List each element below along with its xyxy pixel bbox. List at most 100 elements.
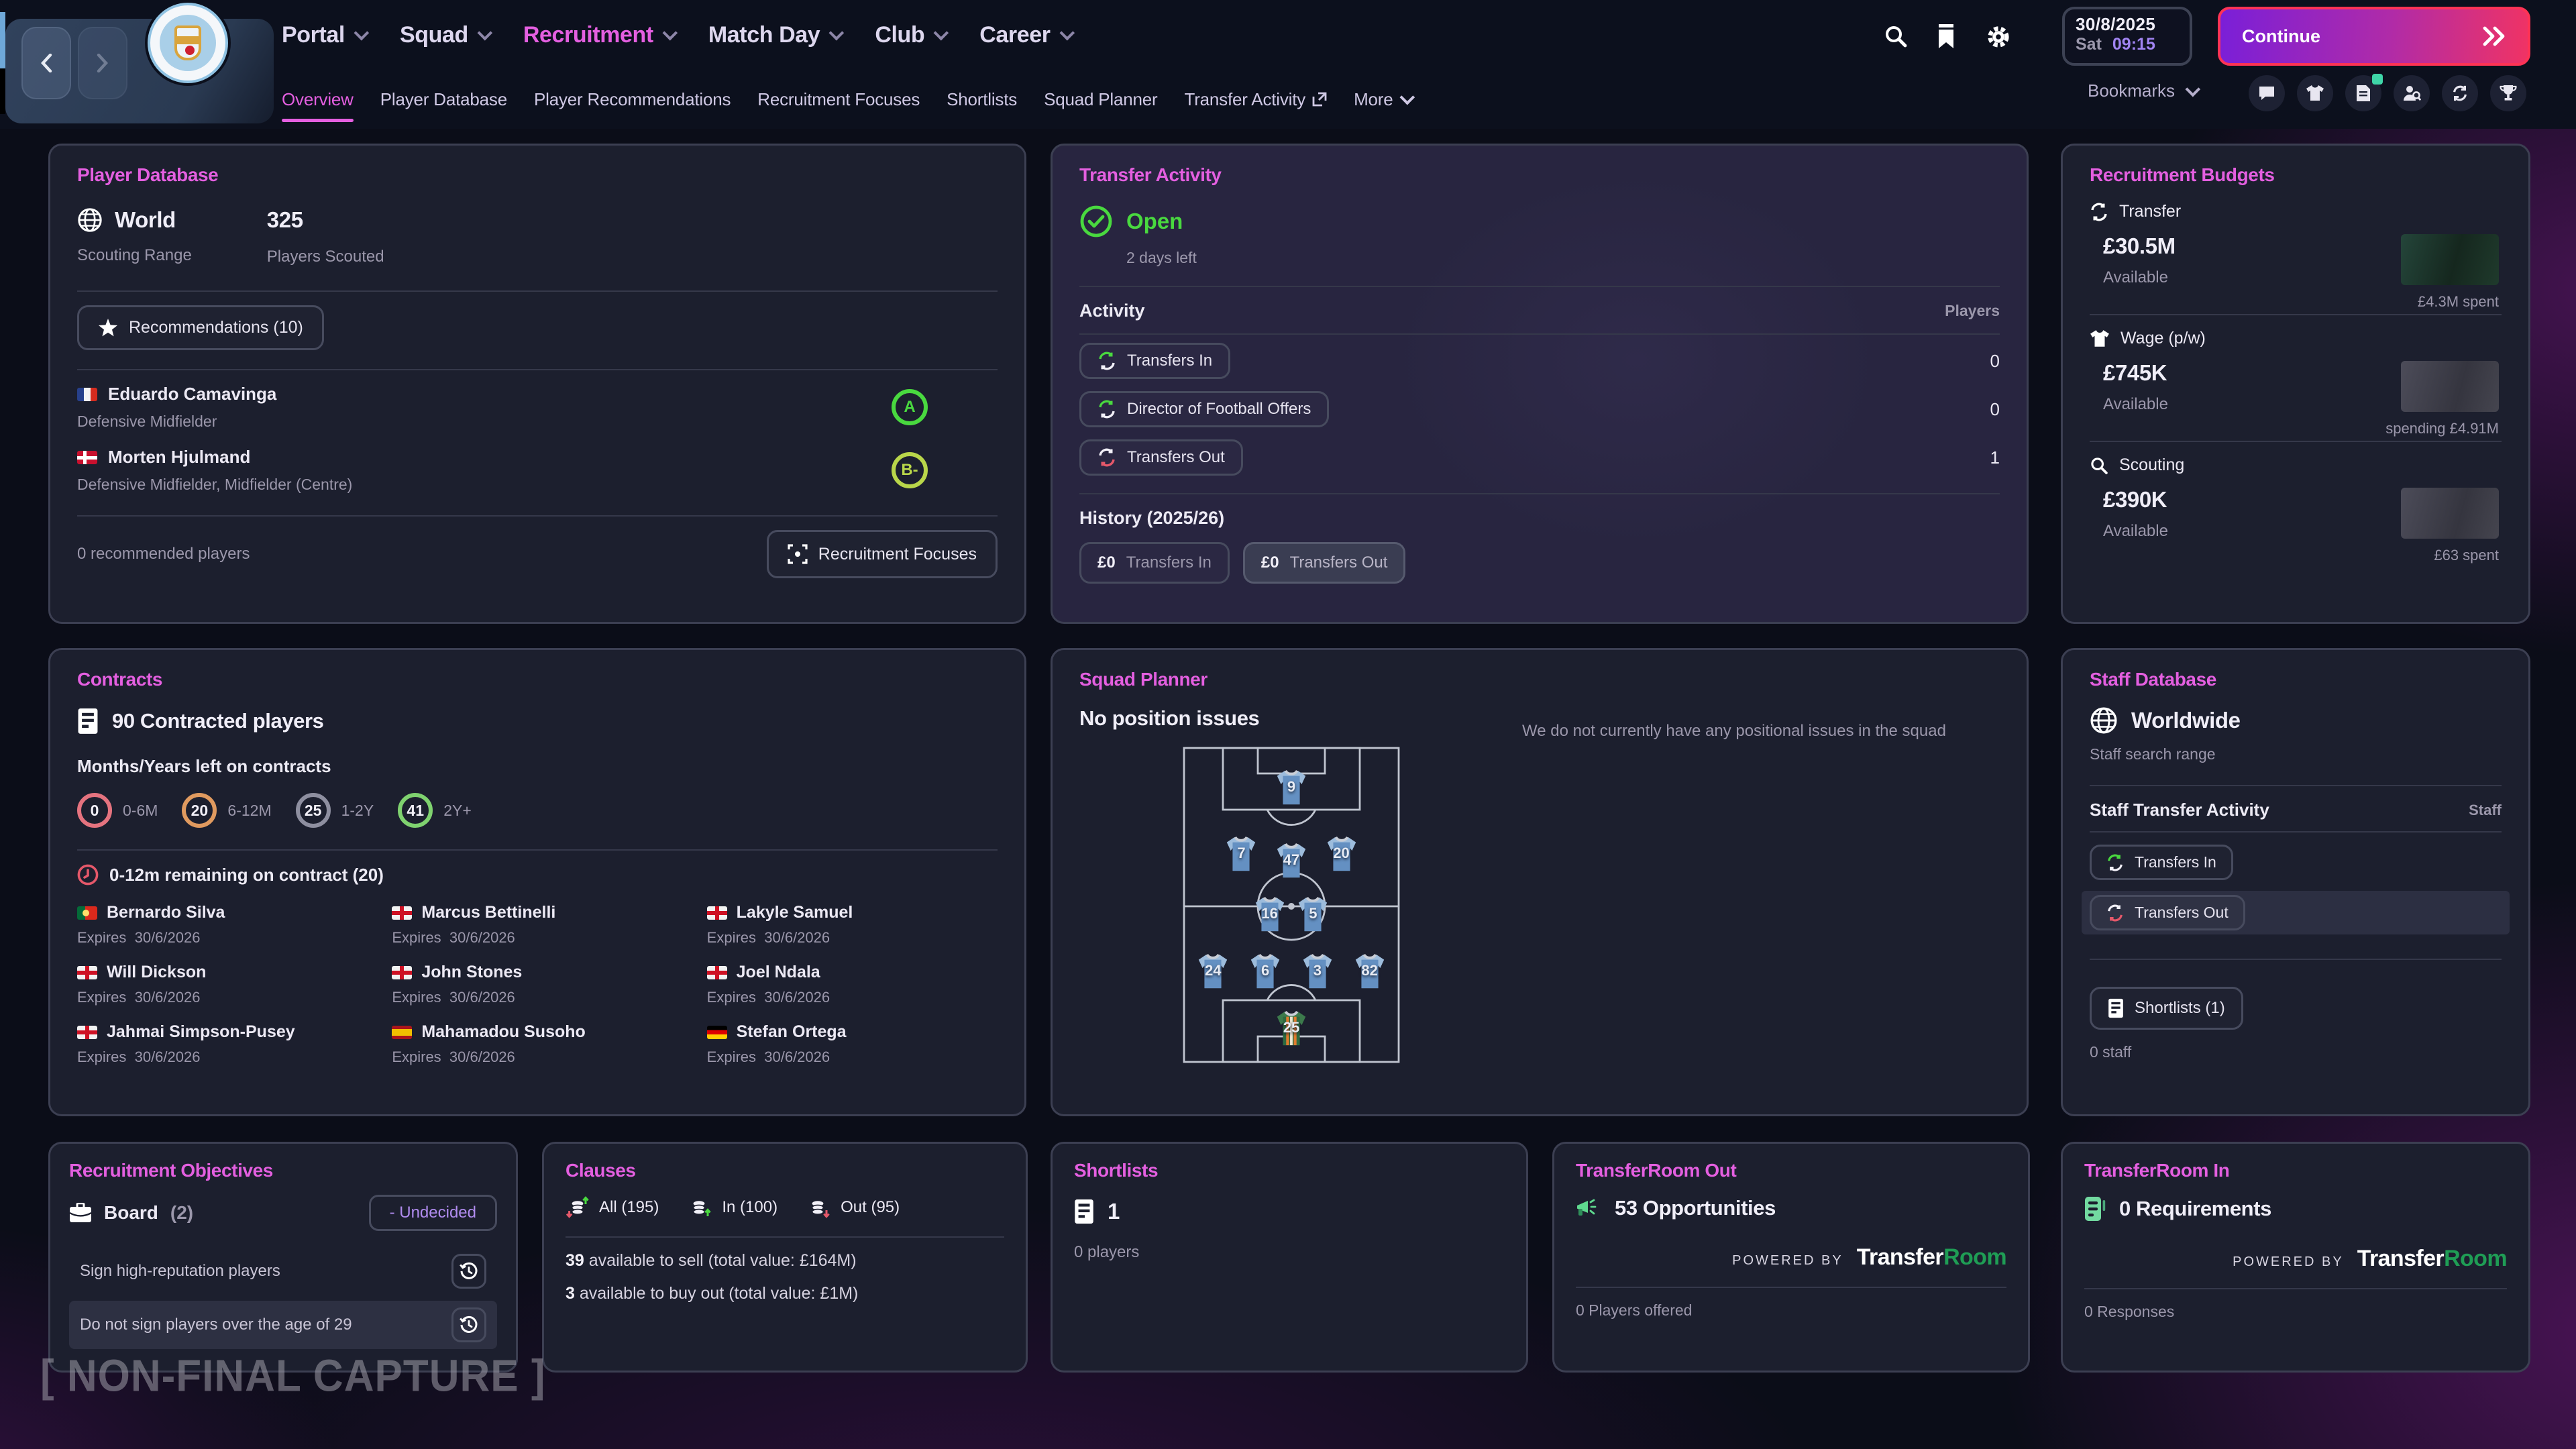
contract-ring-2y-plus: 41 xyxy=(398,793,433,828)
coins-all-icon xyxy=(566,1196,590,1219)
clauses-filter-all[interactable]: All (195) xyxy=(566,1196,659,1219)
back-button[interactable] xyxy=(21,27,71,99)
formation-jersey[interactable]: 20 xyxy=(1324,834,1360,874)
expiring-player[interactable]: Will Dickson Expires 30/6/2026 xyxy=(77,963,368,1006)
expiring-header: 0-12m remaining on contract (20) xyxy=(109,865,384,885)
board-status-badge[interactable]: - Undecided xyxy=(369,1195,497,1231)
player-database-card[interactable]: Player Database World Scouting Range 325… xyxy=(48,144,1026,624)
club-badge[interactable] xyxy=(148,3,228,83)
staff-range-value: Worldwide xyxy=(2131,708,2241,733)
nav-portal[interactable]: Portal xyxy=(282,22,365,48)
clock-alert-icon xyxy=(77,864,99,885)
objective-history-button[interactable] xyxy=(451,1307,486,1342)
objective-row[interactable]: Do not sign players over the age of 29 xyxy=(69,1301,497,1349)
subnav-squad-planner[interactable]: Squad Planner xyxy=(1044,89,1157,110)
expiring-player[interactable]: Stefan Ortega Expires 30/6/2026 xyxy=(707,1022,998,1066)
formation-jersey[interactable]: 16 xyxy=(1252,894,1288,934)
formation-jersey[interactable]: 3 xyxy=(1299,951,1336,991)
transferroom-in-card[interactable]: TransferRoom In 0 Requirements POWERED B… xyxy=(2061,1142,2530,1373)
continue-button[interactable]: Continue xyxy=(2218,7,2530,66)
subnav-shortlists[interactable]: Shortlists xyxy=(947,89,1017,110)
objective-row[interactable]: Sign high-reputation players xyxy=(69,1247,497,1295)
check-circle-icon xyxy=(1079,205,1113,238)
search-icon[interactable] xyxy=(1884,24,1911,51)
recruitment-budgets-card[interactable]: Recruitment Budgets Transfer £30.5M Avai… xyxy=(2061,144,2530,624)
bookmarks-menu[interactable]: Bookmarks xyxy=(2088,80,2196,101)
card-title: Clauses xyxy=(566,1160,1004,1181)
squad-planner-card[interactable]: Squad Planner No position issues We do n… xyxy=(1051,648,2029,1116)
gear-icon[interactable] xyxy=(1986,24,2012,51)
transferroom-out-card[interactable]: TransferRoom Out 53 Opportunities POWERE… xyxy=(1552,1142,2030,1373)
recommended-player-row[interactable]: Eduardo Camavinga Defensive Midfielder A xyxy=(77,384,998,431)
requirements-count: 0 Requirements xyxy=(2119,1197,2271,1221)
subnav-recruitment-focuses[interactable]: Recruitment Focuses xyxy=(757,89,920,110)
activity-row-transfers-out[interactable]: Transfers Out 1 xyxy=(1079,439,2000,476)
recruitment-objectives-card[interactable]: Recruitment Objectives Board (2) - Undec… xyxy=(48,1142,518,1373)
double-chevron-right-icon xyxy=(2482,26,2506,46)
nav-career[interactable]: Career xyxy=(979,22,1070,48)
staff-shortlists-button[interactable]: Shortlists (1) xyxy=(2090,987,2243,1030)
recommendations-button[interactable]: Recommendations (10) xyxy=(77,305,324,350)
clauses-card[interactable]: Clauses All (195) In (100) Out (95) 39 a… xyxy=(542,1142,1028,1373)
expiring-player[interactable]: Lakyle Samuel Expires 30/6/2026 xyxy=(707,903,998,947)
squad-button[interactable] xyxy=(2297,75,2333,111)
formation-jersey[interactable]: 47 xyxy=(1273,841,1309,881)
objective-history-button[interactable] xyxy=(451,1254,486,1289)
scouting-button[interactable] xyxy=(2394,75,2430,111)
formation-jersey-goalkeeper[interactable]: 25 xyxy=(1273,1008,1309,1049)
formation-jersey[interactable]: 9 xyxy=(1273,767,1309,808)
activity-row-transfers-in[interactable]: Transfers In 0 xyxy=(1079,343,2000,379)
shortlists-players-label: 0 players xyxy=(1074,1243,1505,1262)
contracts-card[interactable]: Contracts 90 Contracted players Months/Y… xyxy=(48,648,1026,1116)
formation-jersey[interactable]: 7 xyxy=(1223,834,1259,874)
subnav-transfer-activity[interactable]: Transfer Activity xyxy=(1184,89,1327,110)
megaphone-icon xyxy=(1576,1197,1601,1220)
game-date-display[interactable]: 30/8/2025 Sat 09:15 xyxy=(2062,7,2192,66)
staff-transfers-in-row[interactable]: Transfers In xyxy=(2082,841,2510,884)
formation-jersey[interactable]: 5 xyxy=(1295,894,1331,934)
expiring-player[interactable]: Mahamadou Susoho Expires 30/6/2026 xyxy=(392,1022,682,1066)
nav-club[interactable]: Club xyxy=(875,22,945,48)
clauses-filter-in[interactable]: In (100) xyxy=(688,1196,777,1219)
bookmark-icon[interactable] xyxy=(1936,24,1963,51)
expiring-player[interactable]: John Stones Expires 30/6/2026 xyxy=(392,963,682,1006)
scouting-range-value: World xyxy=(115,207,176,233)
chat-icon xyxy=(2258,85,2275,101)
recommended-player-row[interactable]: Morten Hjulmand Defensive Midfielder, Mi… xyxy=(77,447,998,494)
subnav-player-recommendations[interactable]: Player Recommendations xyxy=(534,89,731,110)
expiring-player[interactable]: Marcus Bettinelli Expires 30/6/2026 xyxy=(392,903,682,947)
budget-label: Wage (p/w) xyxy=(2121,329,2206,348)
board-label: Board xyxy=(104,1202,158,1224)
recruitment-focuses-button[interactable]: Recruitment Focuses xyxy=(767,530,998,578)
subnav-more[interactable]: More xyxy=(1354,89,1410,110)
history-transfers-out-chip[interactable]: £0 Transfers Out xyxy=(1243,542,1406,584)
clauses-filter-out[interactable]: Out (95) xyxy=(807,1196,900,1219)
shortlists-card[interactable]: Shortlists 1 0 players xyxy=(1051,1142,1528,1373)
subnav-overview[interactable]: Overview xyxy=(282,89,354,110)
competitions-button[interactable] xyxy=(2490,75,2526,111)
transfer-activity-card[interactable]: Transfer Activity Open 2 days left Activ… xyxy=(1051,144,2029,624)
activity-row-dof-offers[interactable]: Director of Football Offers 0 xyxy=(1079,391,2000,427)
staff-transfers-out-row[interactable]: Transfers Out xyxy=(2082,891,2510,934)
nav-recruitment[interactable]: Recruitment xyxy=(523,22,674,48)
reports-button[interactable] xyxy=(2345,75,2381,111)
shortlist-icon xyxy=(2108,998,2124,1018)
transfer-budget-icon xyxy=(2090,203,2108,221)
formation-jersey[interactable]: 82 xyxy=(1352,951,1388,991)
expiring-player[interactable]: Bernardo Silva Expires 30/6/2026 xyxy=(77,903,368,947)
staff-database-card[interactable]: Staff Database Worldwide Staff search ra… xyxy=(2061,648,2530,1116)
expiring-player[interactable]: Joel Ndala Expires 30/6/2026 xyxy=(707,963,998,1006)
shirt-icon xyxy=(2306,85,2324,101)
formation-jersey[interactable]: 24 xyxy=(1195,951,1231,991)
transfers-button[interactable] xyxy=(2442,75,2478,111)
subnav-player-database[interactable]: Player Database xyxy=(380,89,507,110)
history-transfers-in-chip[interactable]: £0 Transfers In xyxy=(1079,542,1230,584)
chevron-down-icon xyxy=(1399,90,1415,105)
contract-ring-0-6m: 0 xyxy=(77,793,112,828)
formation-jersey[interactable]: 6 xyxy=(1247,951,1283,991)
inbox-messages-button[interactable] xyxy=(2249,75,2285,111)
nav-match-day[interactable]: Match Day xyxy=(708,22,840,48)
forward-button[interactable] xyxy=(78,27,127,99)
nav-squad[interactable]: Squad xyxy=(400,22,488,48)
expiring-player[interactable]: Jahmai Simpson-Pusey Expires 30/6/2026 xyxy=(77,1022,368,1066)
